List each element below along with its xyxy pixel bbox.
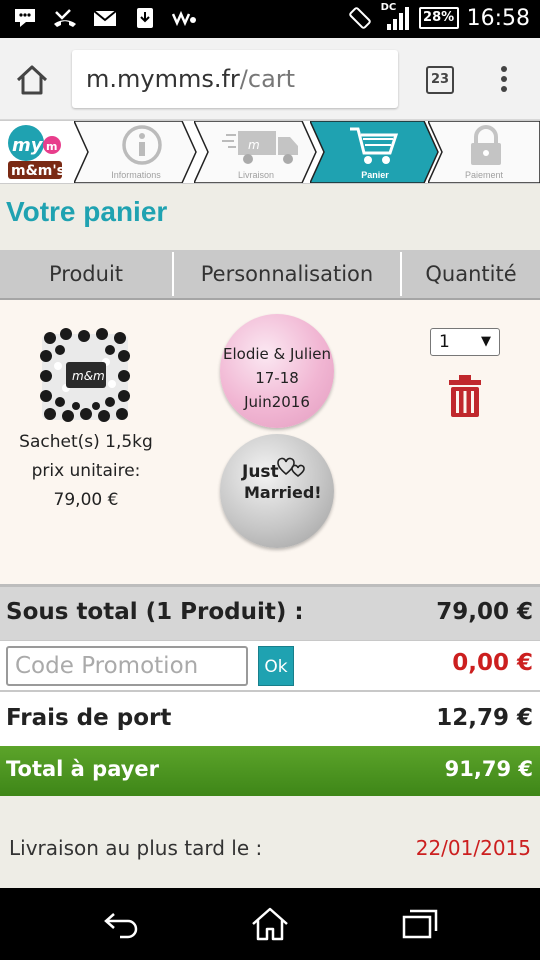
quantity-select[interactable]: 1 ▼ [430,328,500,356]
recent-apps-icon[interactable] [400,906,440,942]
shipping-row: Frais de port 12,79 € [0,692,540,746]
lock-icon [471,125,501,165]
svg-text:m: m [46,140,57,153]
home-nav-icon[interactable] [250,906,290,942]
status-bar: DC 28% 16:58 [0,0,540,38]
page-title: Votre panier [6,196,168,227]
candy-text-line: Elodie & Julien [223,345,331,363]
delivery-row: Livraison au plus tard le : 22/01/2015 [0,796,540,888]
mymms-logo[interactable]: my m m&m's [2,123,70,183]
mail-icon [93,10,117,26]
cart-product-row: m&m Sachet(s) 1,5kg prix unitaire: 79,00… [0,300,540,584]
browser-toolbar: m.mymms.fr/cart 23 [0,38,540,120]
unit-price-label: prix unitaire: [31,461,141,481]
info-icon [122,125,162,165]
total-value: 91,79 € [444,757,533,781]
shipping-label: Frais de port [6,705,172,731]
step-label: Livraison [237,170,275,180]
tab-switcher-button[interactable]: 23 [426,66,454,94]
step-paiement[interactable]: Paiement [428,121,540,183]
truck-icon: m [222,131,298,164]
column-header-quantite: Quantité [425,262,517,286]
personalized-candy-grey: Just Married! [220,434,334,548]
svg-text:m: m [248,138,260,152]
promo-row: Ok 0,00 € [0,640,540,692]
walkman-icon [172,10,196,27]
step-label: Panier [361,170,389,180]
url-host: m.mymms.fr [86,65,240,93]
url-path: /cart [239,65,296,93]
url-field[interactable]: m.mymms.fr/cart [72,50,398,108]
personalized-candy-pink: Elodie & Julien 17-18 Juin2016 [220,314,334,428]
battery-icon: 28% [418,7,459,29]
promo-code-input[interactable] [6,646,248,686]
product-bag-image: m&m [40,328,130,422]
delivery-date: 22/01/2015 [415,836,531,860]
subtotal-value: 79,00 € [436,599,533,625]
back-icon[interactable] [102,906,142,942]
svg-text:m&m: m&m [72,369,105,383]
promo-ok-button[interactable]: Ok [258,646,294,686]
battery-level: 28% [423,10,455,25]
svg-text:my: my [12,135,44,156]
total-label: Total à payer [6,757,160,781]
candy-text-line: Just [242,462,279,482]
chevron-down-icon: ▼ [481,334,491,349]
step-panier[interactable]: Panier [310,121,440,183]
cart-icon [350,127,398,164]
candy-text-line: Juin2016 [244,393,310,411]
svg-text:m&m's: m&m's [11,163,65,179]
product-description: Sachet(s) 1,5kg prix unitaire: 79,00 € [6,428,166,515]
clock: 16:58 [466,5,530,31]
signal-icon: DC [381,2,411,32]
home-icon[interactable] [14,62,50,98]
checkout-steps: my m m&m's Informations m Livraison Pani… [0,120,540,184]
candy-text-line: Married! [244,483,322,502]
candy-text-line: 17-18 [255,369,299,387]
quantity-value: 1 [439,332,450,352]
step-informations[interactable]: Informations [74,121,198,183]
cart-table-header: Produit Personnalisation Quantité [0,250,540,300]
missed-call-icon [54,9,76,27]
hearts-icon [277,457,305,478]
rotate-icon [348,7,371,29]
step-label: Paiement [464,170,504,180]
tab-count: 23 [430,72,450,87]
subtotal-label: Sous total (1 Produit) : [6,599,304,625]
step-label: Informations [111,170,161,180]
subtotal-row: Sous total (1 Produit) : 79,00 € [0,584,540,640]
step-livraison[interactable]: m Livraison [194,121,318,183]
android-navigation-bar [0,888,540,960]
product-size: Sachet(s) 1,5kg [19,432,153,452]
overflow-menu-icon[interactable] [496,64,512,96]
chat-icon [15,9,35,27]
android-update-icon [137,8,153,28]
column-header-produit: Produit [48,262,124,286]
shipping-value: 12,79 € [436,705,533,731]
delivery-label: Livraison au plus tard le : [9,836,263,860]
title-area: Votre panier [0,184,540,250]
unit-price-value: 79,00 € [53,490,119,510]
total-row: Total à payer 91,79 € [0,746,540,796]
trash-icon[interactable] [448,374,482,418]
column-header-personnalisation: Personnalisation [200,262,374,286]
promo-value: 0,00 € [452,650,533,676]
